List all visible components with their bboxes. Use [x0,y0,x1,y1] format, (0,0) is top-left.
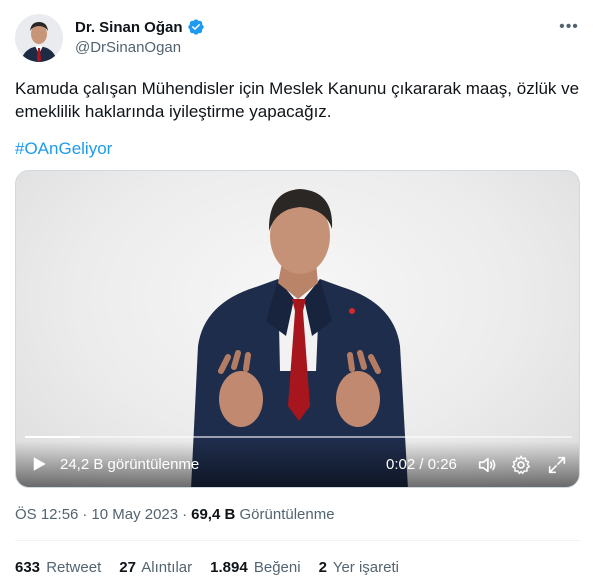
bookmarks-stat[interactable]: 2 Yer işareti [319,559,399,576]
avatar-image [15,14,63,62]
video-player[interactable]: 24,2 B görüntülenme 0:02 / 0:26 [15,170,580,488]
fullscreen-icon[interactable] [546,454,568,476]
tweet-meta: ÖS 12:56 · 10 May 2023 · 69,4 B Görüntül… [15,506,335,523]
tweet-time[interactable]: ÖS 12:56 [15,506,78,523]
likes-stat[interactable]: 1.894 Beğeni [210,559,300,576]
video-view-count: 24,2 B görüntülenme [60,456,200,473]
engagement-stats: 633 Retweet 27 Alıntılar 1.894 Beğeni 2 … [15,559,399,576]
volume-icon[interactable] [476,454,498,476]
video-controls: 24,2 B görüntülenme 0:02 / 0:26 [16,441,579,487]
author-handle[interactable]: @DrSinanOgan [75,39,181,56]
quotes-stat[interactable]: 27 Alıntılar [119,559,192,576]
quotes-label: Alıntılar [141,559,193,576]
video-progress-bar[interactable] [25,436,572,438]
bookmarks-count: 2 [318,559,327,576]
avatar[interactable] [15,14,63,62]
hashtag-link[interactable]: #OAnGeliyor [15,138,112,160]
play-icon[interactable] [30,455,48,473]
retweets-label: Retweet [46,559,102,576]
video-progress-fill [25,436,80,438]
video-time: 0:02 / 0:26 [386,456,457,473]
retweets-stat[interactable]: 633 Retweet [15,559,101,576]
tweet-views-count: 69,4 B [191,506,236,523]
more-options-icon[interactable]: ••• [558,16,580,38]
tweet-views[interactable]: 69,4 B Görüntülenme [191,506,334,523]
tweet-date[interactable]: 10 May 2023 [91,506,178,523]
tweet-header: Dr. Sinan Oğan @DrSinanOgan ••• [15,12,580,64]
quotes-count: 27 [119,559,136,576]
tweet-text: Kamuda çalışan Mühendisler için Meslek K… [15,79,580,121]
retweets-count: 633 [15,559,41,576]
author-name-row[interactable]: Dr. Sinan Oğan [75,18,205,36]
meta-separator: · [182,506,188,523]
bookmarks-label: Yer işareti [332,559,399,576]
likes-count: 1.894 [210,559,248,576]
author-name[interactable]: Dr. Sinan Oğan [75,19,183,36]
divider [15,540,580,541]
meta-separator: · [82,506,88,523]
verified-badge-icon [187,19,204,35]
likes-label: Beğeni [253,559,301,576]
settings-gear-icon[interactable] [510,454,532,476]
tweet-views-label: Görüntülenme [239,506,335,523]
